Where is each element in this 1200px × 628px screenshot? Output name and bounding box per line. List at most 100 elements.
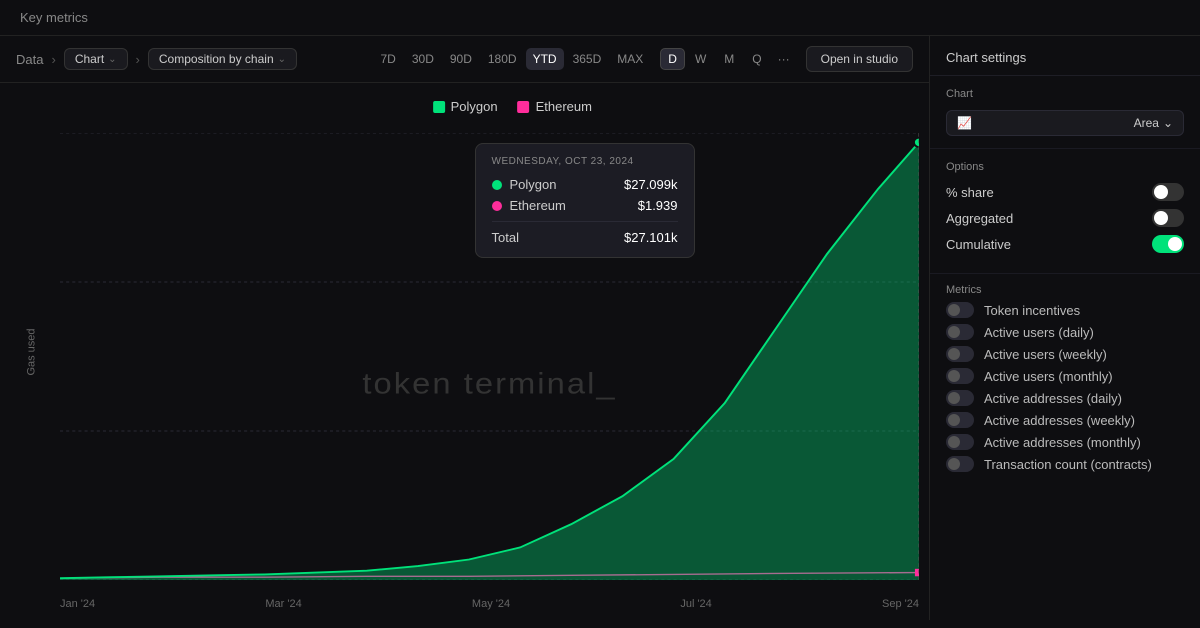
x-label-jan: Jan '24: [60, 598, 95, 610]
top-bar: Key metrics: [0, 0, 1200, 36]
tooltip-polygon-label: Polygon: [510, 177, 557, 192]
percent-share-row: % share: [946, 183, 1184, 201]
x-axis-labels: Jan '24 Mar '24 May '24 Jul '24 Sep '24: [60, 598, 919, 610]
gran-btn-m[interactable]: M: [716, 48, 742, 70]
cumulative-label: Cumulative: [946, 237, 1011, 252]
y-axis-label: Gas used: [26, 328, 38, 375]
chart-tooltip: WEDNESDAY, OCT 23, 2024 Polygon $27.099k…: [475, 143, 695, 258]
tooltip-ethereum-value: $1.939: [638, 198, 678, 213]
more-options-button[interactable]: ···: [772, 48, 796, 70]
time-btn-180d[interactable]: 180D: [481, 48, 524, 70]
metric-active-users-daily[interactable]: Active users (daily): [946, 324, 1184, 340]
tooltip-total-row: Total $27.101k: [492, 230, 678, 245]
composition-button[interactable]: Composition by chain ⌄: [148, 48, 297, 70]
ethereum-color-dot: [518, 101, 530, 113]
chart-type-label: Chart: [75, 52, 104, 66]
tooltip-ethereum-label: Ethereum: [510, 198, 566, 213]
main-layout: Data › Chart ⌄ › Composition by chain ⌄ …: [0, 36, 1200, 620]
tooltip-row-polygon: Polygon $27.099k: [492, 177, 678, 192]
chart-type-section: Chart 📈 Area ⌄: [930, 76, 1200, 149]
chart-type-select[interactable]: 📈 Area ⌄: [946, 110, 1184, 136]
active-addresses-weekly-toggle[interactable]: [946, 412, 974, 428]
active-users-daily-label: Active users (daily): [984, 325, 1094, 340]
tooltip-ethereum-dot: [492, 201, 502, 211]
time-btn-max[interactable]: MAX: [610, 48, 650, 70]
metrics-list: Token incentives Active users (daily) Ac…: [930, 302, 1200, 472]
chart-type-select-label: Area: [1134, 116, 1159, 130]
key-metrics-title: Key metrics: [20, 10, 88, 25]
tooltip-date: WEDNESDAY, OCT 23, 2024: [492, 156, 678, 167]
aggregated-toggle[interactable]: [1152, 209, 1184, 227]
metric-active-users-weekly[interactable]: Active users (weekly): [946, 346, 1184, 362]
aggregated-label: Aggregated: [946, 211, 1013, 226]
chart-container: Gas used Polygon Ethereum WEDNESDAY, OCT…: [0, 83, 929, 620]
composition-label: Composition by chain: [159, 52, 274, 66]
chart-legend: Polygon Ethereum: [433, 99, 592, 114]
aggregated-row: Aggregated: [946, 209, 1184, 227]
aggregated-toggle-thumb: [1154, 211, 1168, 225]
tooltip-row-ethereum: Ethereum $1.939: [492, 198, 678, 213]
active-addresses-monthly-label: Active addresses (monthly): [984, 435, 1141, 450]
chart-settings-title: Chart settings: [930, 36, 1200, 76]
options-label: Options: [946, 161, 1184, 173]
chart-type-chevron-icon: ⌄: [108, 54, 116, 65]
x-label-may: May '24: [472, 598, 510, 610]
metric-active-addresses-daily[interactable]: Active addresses (daily): [946, 390, 1184, 406]
tooltip-total-value: $27.101k: [624, 230, 678, 245]
metric-active-addresses-monthly[interactable]: Active addresses (monthly): [946, 434, 1184, 450]
token-incentives-label: Token incentives: [984, 303, 1080, 318]
active-users-weekly-toggle[interactable]: [946, 346, 974, 362]
legend-polygon: Polygon: [433, 99, 498, 114]
open-in-studio-button[interactable]: Open in studio: [806, 46, 913, 72]
transaction-count-label: Transaction count (contracts): [984, 457, 1152, 472]
gran-btn-d[interactable]: D: [660, 48, 685, 70]
polygon-color-dot: [433, 101, 445, 113]
gran-btn-q[interactable]: Q: [744, 48, 769, 70]
time-btn-ytd[interactable]: YTD: [526, 48, 564, 70]
active-addresses-monthly-toggle[interactable]: [946, 434, 974, 450]
options-section: Options % share Aggregated Cumulative: [930, 149, 1200, 274]
granularity-group: D W M Q: [660, 48, 769, 70]
area-chart-icon: 📈: [957, 116, 972, 130]
chart-select-chevron-icon: ⌄: [1163, 116, 1173, 130]
time-btn-90d[interactable]: 90D: [443, 48, 479, 70]
active-users-monthly-toggle[interactable]: [946, 368, 974, 384]
gran-btn-w[interactable]: W: [687, 48, 714, 70]
right-panel: Chart settings Chart 📈 Area ⌄ Options % …: [930, 36, 1200, 620]
cumulative-toggle[interactable]: [1152, 235, 1184, 253]
cumulative-toggle-thumb: [1168, 237, 1182, 251]
tooltip-polygon-dot: [492, 180, 502, 190]
time-filter-group: 7D 30D 90D 180D YTD 365D MAX D W M Q ···…: [374, 46, 914, 72]
tooltip-polygon-value: $27.099k: [624, 177, 678, 192]
polygon-legend-label: Polygon: [451, 99, 498, 114]
legend-ethereum: Ethereum: [518, 99, 592, 114]
active-users-monthly-label: Active users (monthly): [984, 369, 1113, 384]
percent-share-label: % share: [946, 185, 994, 200]
tooltip-total-label: Total: [492, 230, 519, 245]
chart-type-button[interactable]: Chart ⌄: [64, 48, 128, 70]
active-addresses-daily-toggle[interactable]: [946, 390, 974, 406]
active-addresses-daily-label: Active addresses (daily): [984, 391, 1122, 406]
metric-transaction-count[interactable]: Transaction count (contracts): [946, 456, 1184, 472]
metric-active-addresses-weekly[interactable]: Active addresses (weekly): [946, 412, 1184, 428]
svg-text:token terminal_: token terminal_: [362, 367, 616, 400]
x-label-sep: Sep '24: [882, 598, 919, 610]
active-users-daily-toggle[interactable]: [946, 324, 974, 340]
composition-chevron-icon: ⌄: [278, 54, 286, 65]
percent-share-toggle[interactable]: [1152, 183, 1184, 201]
toolbar: Data › Chart ⌄ › Composition by chain ⌄ …: [0, 36, 929, 83]
chart-section-label: Chart: [946, 88, 1184, 100]
transaction-count-toggle[interactable]: [946, 456, 974, 472]
metric-token-incentives[interactable]: Token incentives: [946, 302, 1184, 318]
ethereum-legend-label: Ethereum: [536, 99, 592, 114]
active-addresses-weekly-label: Active addresses (weekly): [984, 413, 1135, 428]
active-users-weekly-label: Active users (weekly): [984, 347, 1107, 362]
token-incentives-toggle[interactable]: [946, 302, 974, 318]
cumulative-row: Cumulative: [946, 235, 1184, 253]
time-btn-30d[interactable]: 30D: [405, 48, 441, 70]
percent-share-toggle-thumb: [1154, 185, 1168, 199]
metric-active-users-monthly[interactable]: Active users (monthly): [946, 368, 1184, 384]
time-btn-7d[interactable]: 7D: [374, 48, 403, 70]
time-btn-365d[interactable]: 365D: [566, 48, 609, 70]
chart-area: Data › Chart ⌄ › Composition by chain ⌄ …: [0, 36, 930, 620]
